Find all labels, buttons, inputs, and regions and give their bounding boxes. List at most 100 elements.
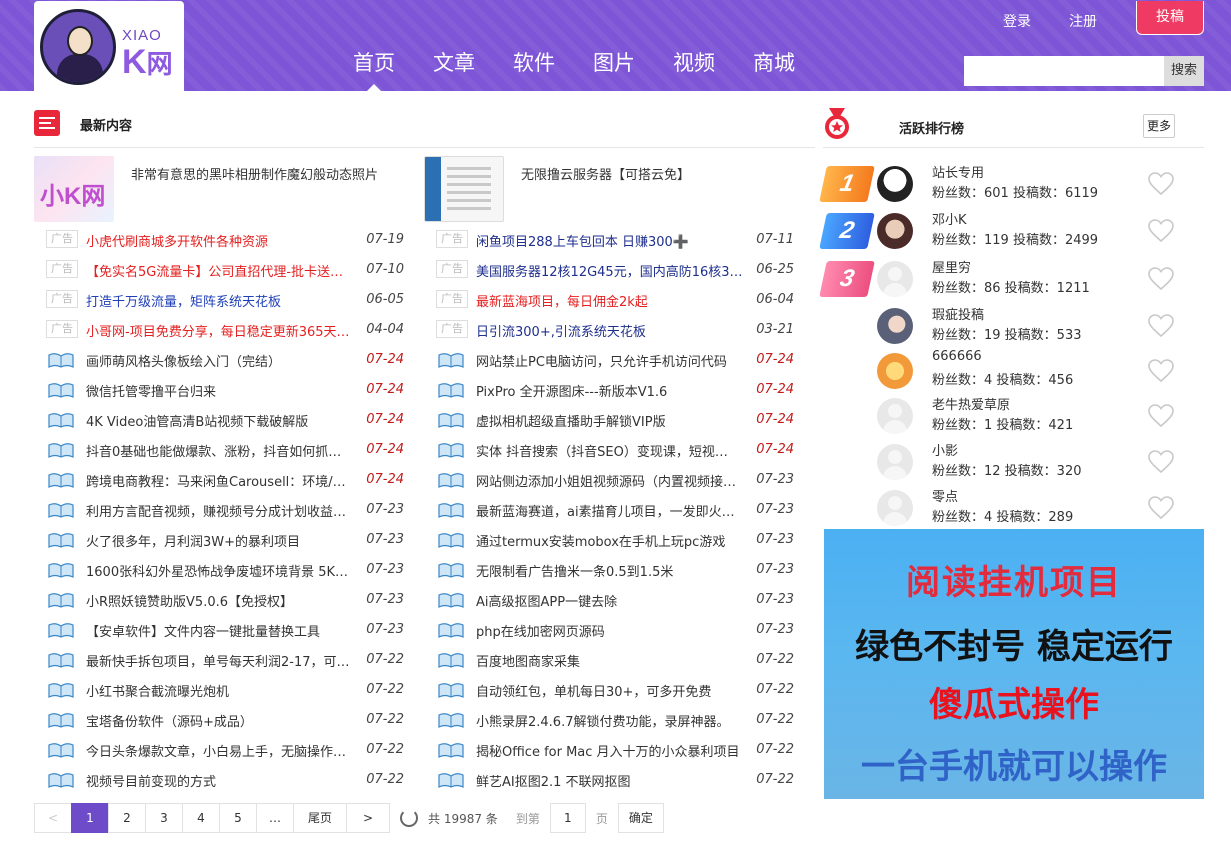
list-item-title[interactable]: 自动领红包，单机每日30+，可多开免费 [476, 681, 758, 700]
heart-icon[interactable] [1148, 219, 1174, 243]
list-item-title[interactable]: 最新蓝海项目，每日佣金2k起 [476, 291, 758, 310]
nav-videos[interactable]: 视频 [654, 40, 734, 91]
page-button[interactable]: 5 [219, 803, 257, 833]
page-button[interactable]: 2 [108, 803, 146, 833]
list-item-title[interactable]: 跨境电商教程：马来闲鱼Carousell：环境/… [86, 471, 368, 490]
list-item[interactable]: 广告 美国服务器12核12G45元，国内高防16核3… 06-25 [424, 254, 794, 284]
list-item-title[interactable]: 小红书聚合截流曝光炮机 [86, 681, 368, 700]
avatar[interactable] [877, 398, 913, 434]
featured-title[interactable]: 无限撸云服务器【可搭云免】 [521, 164, 690, 183]
ranking-item[interactable]: 2 邓小K 粉丝数：119 投稿数：2499 [819, 207, 1204, 253]
ranking-item[interactable]: 666666 粉丝数：4 投稿数：456 [823, 347, 1204, 393]
list-item[interactable]: 实体 抖音搜索（抖音SEO）变现课，短视… 07-24 [424, 434, 794, 464]
list-item[interactable]: 通过termux安装mobox在手机上玩pc游戏 07-23 [424, 524, 794, 554]
list-item[interactable]: 虚拟相机超级直播助手解锁VIP版 07-24 [424, 404, 794, 434]
ranking-item[interactable]: 小影 粉丝数：12 投稿数：320 [823, 438, 1204, 484]
avatar[interactable] [877, 261, 913, 297]
last-page-button[interactable]: 尾页 [293, 803, 347, 833]
list-item[interactable]: 广告 闲鱼项目288上车包回本 日赚300➕ 07-11 [424, 224, 794, 254]
nav-articles[interactable]: 文章 [414, 40, 494, 91]
list-item-title[interactable]: 画师萌风格头像板绘入门（完结） [86, 351, 368, 370]
nav-software[interactable]: 软件 [494, 40, 574, 91]
list-item[interactable]: 小R照妖镜赞助版V5.0.6【免授权】 07-23 [34, 584, 404, 614]
list-item[interactable]: 小熊录屏2.4.6.7解锁付费功能，录屏神器。 07-22 [424, 704, 794, 734]
featured-thumbnail[interactable]: 小K网 [34, 156, 114, 222]
list-item-title[interactable]: 无限制看广告撸米一条0.5到1.5米 [476, 561, 758, 580]
featured-thumbnail[interactable] [424, 156, 504, 222]
list-item[interactable]: 广告 最新蓝海项目，每日佣金2k起 06-04 [424, 284, 794, 314]
list-item[interactable]: 广告 小虎代刷商城多开软件各种资源 07-19 [34, 224, 404, 254]
list-item-title[interactable]: 美国服务器12核12G45元，国内高防16核3… [476, 261, 758, 280]
list-item[interactable]: 网站侧边添加小姐姐视频源码（内置视频接… 07-23 [424, 464, 794, 494]
list-item[interactable]: 火了很多年，月利润3W+的暴利项目 07-23 [34, 524, 404, 554]
list-item-title[interactable]: 最新快手拆包项目，单号每天利润2-17，可… [86, 651, 368, 670]
list-item[interactable]: 鲜艺AI抠图2.1 不联网抠图 07-22 [424, 764, 794, 794]
nav-shop[interactable]: 商城 [734, 40, 814, 91]
heart-icon[interactable] [1148, 404, 1174, 428]
list-item[interactable]: Ai高级抠图APP一键去除 07-23 [424, 584, 794, 614]
list-item[interactable]: 【安卓软件】文件内容一键批量替换工具 07-23 [34, 614, 404, 644]
ranking-item[interactable]: 零点 粉丝数：4 投稿数：289 [823, 484, 1204, 530]
list-item-title[interactable]: 微信托管零撸平台归来 [86, 381, 368, 400]
site-logo[interactable]: XIAO K网 [34, 1, 184, 91]
ranking-item[interactable]: 3 屋里穷 粉丝数：86 投稿数：1211 [819, 255, 1204, 301]
goto-page-input[interactable] [549, 803, 586, 833]
user-name[interactable]: 小影 [932, 440, 958, 459]
list-item-title[interactable]: 虚拟相机超级直播助手解锁VIP版 [476, 411, 758, 430]
ranking-item[interactable]: 瑕疵投稿 粉丝数：19 投稿数：533 [823, 302, 1204, 348]
list-item-title[interactable]: 小虎代刷商城多开软件各种资源 [86, 231, 368, 250]
list-item[interactable]: 广告 日引流300+,引流系统天花板 03-21 [424, 314, 794, 344]
heart-icon[interactable] [1148, 172, 1174, 196]
post-button[interactable]: 投稿 [1136, 1, 1204, 35]
list-item-title[interactable]: 小熊录屏2.4.6.7解锁付费功能，录屏神器。 [476, 711, 758, 730]
more-button[interactable]: 更多 [1143, 114, 1175, 138]
user-name[interactable]: 瑕疵投稿 [932, 304, 984, 323]
list-item[interactable]: 网站禁止PC电脑访问，只允许手机访问代码 07-24 [424, 344, 794, 374]
list-item-title[interactable]: 小哥网-项目免费分享，每日稳定更新365天… [86, 321, 368, 340]
user-name[interactable]: 666666 [932, 349, 982, 364]
list-item-title[interactable]: 日引流300+,引流系统天花板 [476, 321, 758, 340]
page-button[interactable]: 4 [182, 803, 220, 833]
page-button[interactable]: 1 [71, 803, 109, 833]
list-item-title[interactable]: 抖音0基础也能做爆款、涨粉，抖音如何抓… [86, 441, 368, 460]
list-item-title[interactable]: 打造千万级流量，矩阵系统天花板 [86, 291, 368, 310]
featured-item[interactable]: 小K网 非常有意思的黑咔相册制作魔幻般动态照片 [34, 156, 414, 222]
list-item[interactable]: 跨境电商教程：马来闲鱼Carousell：环境/… 07-24 [34, 464, 404, 494]
list-item-title[interactable]: php在线加密网页源码 [476, 621, 758, 640]
list-item[interactable]: 广告 小哥网-项目免费分享，每日稳定更新365天… 04-04 [34, 314, 404, 344]
list-item[interactable]: 广告 【免实名5G流量卡】公司直招代理-批卡送… 07-10 [34, 254, 404, 284]
avatar[interactable] [877, 353, 913, 389]
list-item[interactable]: 最新蓝海赛道，ai素描育儿项目，一发即火… 07-23 [424, 494, 794, 524]
list-item[interactable]: 1600张科幻外星恐怖战争废墟环境背景 5K… 07-23 [34, 554, 404, 584]
list-item[interactable]: 宝塔备份软件（源码+成品） 07-22 [34, 704, 404, 734]
list-item-title[interactable]: 百度地图商家采集 [476, 651, 758, 670]
user-name[interactable]: 站长专用 [932, 162, 984, 181]
register-link[interactable]: 注册 [1069, 11, 1097, 31]
list-item-title[interactable]: 鲜艺AI抠图2.1 不联网抠图 [476, 771, 758, 790]
list-item-title[interactable]: 今日头条爆款文章，小白易上手，无脑操作… [86, 741, 368, 760]
ad-banner[interactable]: 阅读挂机项目 绿色不封号 稳定运行 傻瓜式操作 一台手机就可以操作 [824, 529, 1204, 799]
avatar[interactable] [877, 490, 913, 526]
list-item-title[interactable]: 4K Video油管高清B站视频下载破解版 [86, 411, 368, 430]
list-item[interactable]: 4K Video油管高清B站视频下载破解版 07-24 [34, 404, 404, 434]
list-item[interactable]: 今日头条爆款文章，小白易上手，无脑操作… 07-22 [34, 734, 404, 764]
list-item-title[interactable]: 视频号目前变现的方式 [86, 771, 368, 790]
list-item[interactable]: 微信托管零撸平台归来 07-24 [34, 374, 404, 404]
list-item[interactable]: PixPro 全开源图床---新版本V1.6 07-24 [424, 374, 794, 404]
avatar[interactable] [877, 308, 913, 344]
avatar[interactable] [877, 444, 913, 480]
nav-images[interactable]: 图片 [574, 40, 654, 91]
list-item-title[interactable]: 实体 抖音搜索（抖音SEO）变现课，短视… [476, 441, 758, 460]
list-item[interactable]: 揭秘Office for Mac 月入十万的小众暴利项目 07-22 [424, 734, 794, 764]
list-item[interactable]: 小红书聚合截流曝光炮机 07-22 [34, 674, 404, 704]
list-item[interactable]: 百度地图商家采集 07-22 [424, 644, 794, 674]
list-item-title[interactable]: 网站侧边添加小姐姐视频源码（内置视频接… [476, 471, 758, 490]
page-button[interactable]: 3 [145, 803, 183, 833]
ranking-item[interactable]: 1 站长专用 粉丝数：601 投稿数：6119 [819, 160, 1204, 206]
user-name[interactable]: 零点 [932, 486, 958, 505]
list-item[interactable]: 广告 打造千万级流量，矩阵系统天花板 06-05 [34, 284, 404, 314]
list-item-title[interactable]: 宝塔备份软件（源码+成品） [86, 711, 368, 730]
heart-icon[interactable] [1148, 359, 1174, 383]
list-item[interactable]: 抖音0基础也能做爆款、涨粉，抖音如何抓… 07-24 [34, 434, 404, 464]
list-item-title[interactable]: 通过termux安装mobox在手机上玩pc游戏 [476, 531, 758, 550]
